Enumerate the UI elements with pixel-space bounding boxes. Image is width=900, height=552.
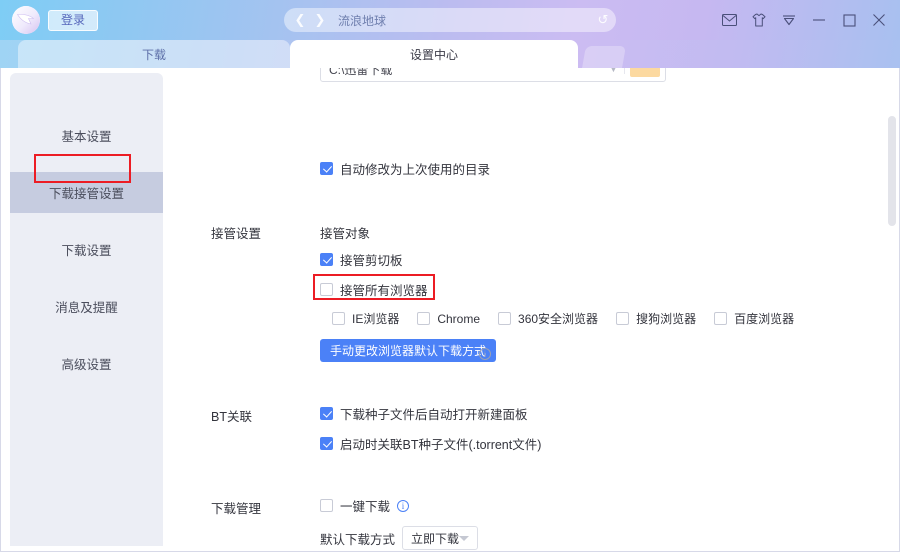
tab-download[interactable]: 下载 [18, 40, 290, 68]
checkbox-box [417, 312, 431, 325]
checkbox-label: 接管剪切板 [340, 254, 403, 268]
sidebar-item-messages[interactable]: 消息及提醒 [10, 286, 163, 327]
tab-strip: 下载 设置中心 [0, 40, 900, 68]
sidebar-item-label: 下载接管设置 [48, 187, 124, 201]
group-label-takeover: 接管设置 [211, 227, 262, 241]
sidebar-item-label: 高级设置 [61, 358, 112, 372]
checkbox-box [498, 312, 512, 325]
sidebar-item-download[interactable]: 下载设置 [10, 229, 163, 270]
checkbox-box [616, 312, 630, 325]
sidebar-item-label: 下载设置 [61, 244, 112, 258]
checkbox-auto-last-dir[interactable]: 自动修改为上次使用的目录 [320, 159, 490, 178]
select-value: 立即下载 [411, 531, 460, 546]
info-icon[interactable]: i [479, 347, 491, 360]
checkbox-label: 接管所有浏览器 [340, 284, 428, 298]
skin-icon[interactable] [746, 9, 772, 31]
search-input[interactable]: 流浪地球 [338, 12, 590, 29]
mail-icon[interactable] [716, 9, 742, 31]
browser-checkbox-list: IE浏览器 Chrome 360安全浏览器 搜狗浏览器 百度浏览器 [332, 310, 794, 327]
checkbox-label: 搜狗浏览器 [636, 312, 697, 326]
close-icon[interactable] [866, 9, 892, 31]
checkbox-browser-chrome[interactable]: Chrome [417, 312, 480, 326]
default-download-mode-label: 默认下载方式 [320, 532, 396, 547]
checkbox-box [320, 162, 333, 175]
settings-sidebar: 基本设置 下载接管设置 下载设置 消息及提醒 高级设置 [10, 73, 163, 546]
tab-settings-center[interactable]: 设置中心 [290, 40, 578, 68]
checkbox-box [320, 407, 333, 420]
chevron-down-icon [459, 536, 470, 541]
checkbox-label: 360安全浏览器 [518, 312, 599, 326]
browse-folder-button[interactable] [630, 68, 660, 77]
sidebar-item-basic[interactable]: 基本设置 [10, 115, 163, 156]
checkbox-browser-baidu[interactable]: 百度浏览器 [714, 310, 794, 327]
sidebar-item-advanced[interactable]: 高级设置 [10, 343, 163, 384]
info-icon[interactable]: i [397, 499, 410, 512]
checkbox-box [320, 283, 333, 296]
checkbox-takeover-clipboard[interactable]: 接管剪切板 [320, 250, 403, 269]
checkbox-box [320, 499, 333, 512]
chevron-left-icon[interactable]: ❮ [290, 12, 310, 28]
window-controls [716, 9, 892, 31]
search-bar[interactable]: ❮ ❯ 流浪地球 ↺ [284, 8, 616, 32]
checkbox-box [714, 312, 728, 325]
checkbox-label: IE浏览器 [352, 312, 400, 326]
checkbox-label: 启动时关联BT种子文件(.torrent文件) [340, 438, 542, 452]
checkbox-all-browsers[interactable]: 接管所有浏览器 [320, 280, 428, 299]
checkbox-label: 自动修改为上次使用的目录 [340, 163, 491, 177]
button-label: 手动更改浏览器默认下载方式 [330, 344, 487, 358]
refresh-icon[interactable]: ↺ [590, 12, 616, 28]
checkbox-one-click-download[interactable]: 一键下载 [320, 496, 390, 515]
app-window: 登录 ❮ ❯ 流浪地球 ↺ 下载 设置中心 基本设置 下载接管设置 下载设置 消… [0, 0, 900, 552]
group-label-download-mgmt: 下载管理 [211, 502, 262, 516]
checkbox-box [332, 312, 345, 325]
checkbox-browser-ie[interactable]: IE浏览器 [332, 310, 399, 327]
title-bar: 登录 ❮ ❯ 流浪地球 ↺ [0, 0, 900, 40]
chevron-right-icon[interactable]: ❯ [310, 12, 330, 28]
checkbox-label: 百度浏览器 [734, 312, 795, 326]
scrollbar-thumb[interactable] [888, 116, 896, 226]
app-logo [12, 6, 40, 34]
login-button[interactable]: 登录 [48, 10, 98, 31]
checkbox-box [320, 253, 333, 266]
menu-down-icon[interactable] [776, 9, 802, 31]
chevron-down-icon[interactable]: ▼ [603, 68, 625, 74]
checkbox-browser-sogou[interactable]: 搜狗浏览器 [616, 310, 696, 327]
manual-change-default-download-button[interactable]: 手动更改浏览器默认下载方式 [320, 339, 497, 362]
checkbox-bt-associate[interactable]: 启动时关联BT种子文件(.torrent文件) [320, 434, 541, 453]
minimize-icon[interactable] [806, 9, 832, 31]
checkbox-label: 一键下载 [340, 500, 391, 514]
settings-content: C:\迅雷下载 ▼ 自动修改为上次使用的目录 接管设置 接管对象 接管剪切板 接… [174, 68, 886, 552]
group-label-bt: BT关联 [211, 410, 252, 424]
sidebar-item-label: 基本设置 [61, 130, 112, 144]
checkbox-bt-open-panel[interactable]: 下载种子文件后自动打开新建面板 [320, 404, 528, 423]
download-path-field[interactable]: C:\迅雷下载 ▼ [320, 68, 666, 82]
maximize-icon[interactable] [836, 9, 862, 31]
sidebar-item-download-takeover[interactable]: 下载接管设置 [10, 172, 163, 213]
takeover-object-label: 接管对象 [320, 227, 371, 241]
default-download-mode-select[interactable]: 立即下载 [402, 526, 479, 550]
checkbox-label: Chrome [437, 311, 481, 326]
page-body: 基本设置 下载接管设置 下载设置 消息及提醒 高级设置 C:\迅雷下载 ▼ 自动… [0, 68, 900, 552]
download-path-value[interactable]: C:\迅雷下载 [329, 68, 603, 78]
checkbox-browser-360[interactable]: 360安全浏览器 [498, 310, 598, 327]
sidebar-item-label: 消息及提醒 [55, 301, 118, 315]
new-tab-placeholder[interactable] [582, 46, 626, 68]
checkbox-box [320, 437, 333, 450]
content-scrollbar[interactable] [888, 70, 896, 548]
checkbox-label: 下载种子文件后自动打开新建面板 [340, 408, 528, 422]
